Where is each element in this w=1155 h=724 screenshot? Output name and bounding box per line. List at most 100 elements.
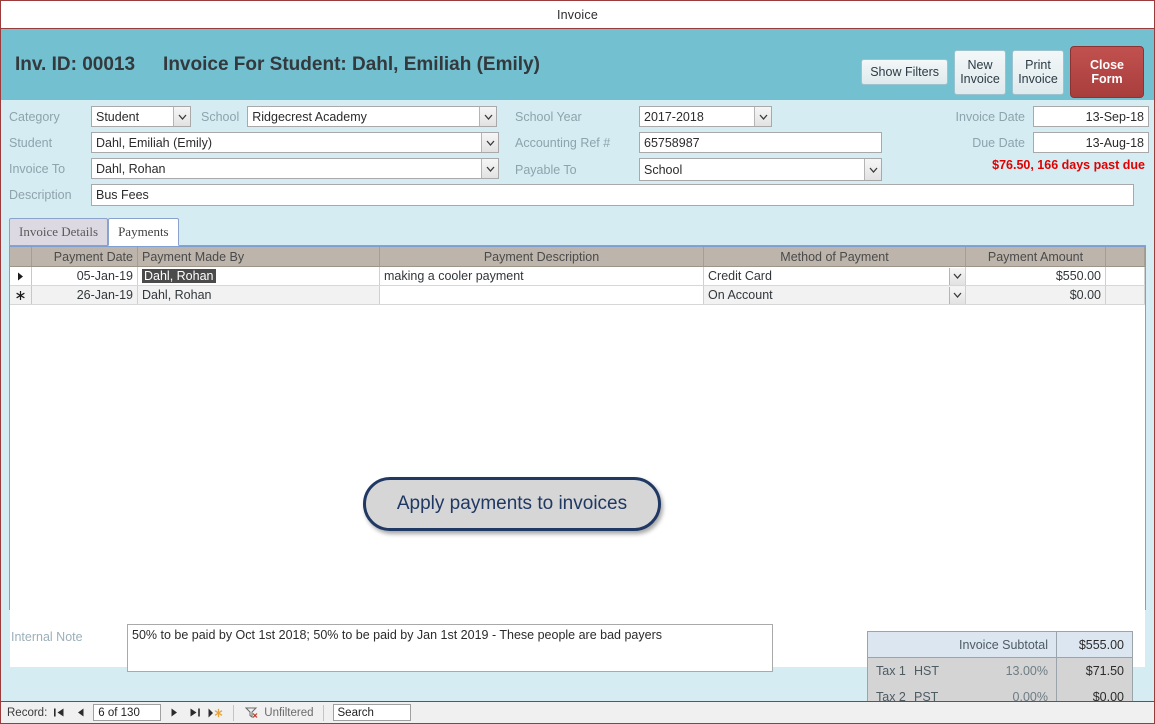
description-row: Description Bus Fees	[9, 184, 1134, 206]
chevron-down-icon[interactable]	[754, 107, 771, 126]
tab-invoice-details[interactable]: Invoice Details	[9, 218, 109, 245]
tab-payments[interactable]: Payments	[108, 218, 179, 246]
payable-to-label: Payable To	[515, 162, 577, 177]
school-year-row: School Year 2017-2018	[515, 106, 883, 127]
tabstrip: Invoice Details Payments	[9, 218, 1146, 246]
previous-record-icon[interactable]	[72, 705, 89, 721]
fields-column-left: Category Student School Ridgecrest Acade…	[9, 106, 509, 184]
header-button-group: Show Filters New Invoice Print Invoice C…	[861, 46, 1144, 98]
select-all-corner[interactable]	[10, 247, 32, 266]
cell-payment-date[interactable]: 05-Jan-19	[32, 267, 138, 285]
invoice-date-label: Invoice Date	[955, 109, 1025, 124]
cell-method-of-payment-value: Credit Card	[708, 269, 772, 283]
column-header-payment-amount[interactable]: Payment Amount	[966, 247, 1106, 266]
apply-payments-to-invoices-button[interactable]: Apply payments to invoices	[363, 477, 661, 531]
window-title: Invoice	[556, 7, 598, 22]
student-value: Dahl, Emiliah (Emily)	[96, 135, 212, 150]
school-year-combo[interactable]: 2017-2018	[639, 106, 772, 127]
cell-payment-description[interactable]	[380, 286, 704, 304]
show-filters-button[interactable]: Show Filters	[861, 59, 948, 85]
invoice-form-window: Invoice Inv. ID: 00013 Invoice For Stude…	[0, 0, 1155, 724]
row-selector-new-record-icon[interactable]	[10, 286, 32, 304]
print-invoice-button[interactable]: Print Invoice	[1012, 49, 1064, 95]
invoice-date-value: 13-Sep-18	[1085, 109, 1144, 124]
datasheet-header-row: Payment Date Payment Made By Payment Des…	[10, 247, 1145, 267]
column-header-payment-description[interactable]: Payment Description	[380, 247, 704, 266]
row-invoice-subtotal: Invoice Subtotal $555.00	[868, 632, 1132, 658]
invoice-to-combo[interactable]: Dahl, Rohan	[91, 158, 499, 179]
last-record-icon[interactable]	[186, 705, 203, 721]
cell-method-of-payment-value: On Account	[708, 288, 773, 302]
invoice-subtotal-value: $555.00	[1078, 637, 1124, 652]
cell-payment-made-by[interactable]: Dahl, Rohan	[138, 286, 380, 304]
chevron-down-icon[interactable]	[949, 286, 965, 304]
due-date-row: Due Date 13-Aug-18	[891, 132, 1149, 153]
next-record-icon[interactable]	[165, 705, 182, 721]
statusbar: Record: 6 of 130 Unfiltered Search	[1, 701, 1154, 723]
filter-icon[interactable]	[243, 705, 260, 721]
due-date-input[interactable]: 13-Aug-18	[1033, 132, 1149, 153]
accounting-ref-row: Accounting Ref # 65758987	[515, 132, 883, 153]
chevron-down-icon[interactable]	[173, 107, 190, 126]
accounting-ref-label: Accounting Ref #	[515, 135, 611, 150]
category-row: Category Student School Ridgecrest Acade…	[9, 106, 509, 127]
chevron-down-icon[interactable]	[479, 107, 497, 126]
column-header-payment-date[interactable]: Payment Date	[32, 247, 138, 266]
record-position-input[interactable]: 6 of 130	[93, 704, 162, 721]
student-label: Student	[9, 135, 53, 150]
search-input[interactable]: Search	[332, 704, 411, 721]
table-row[interactable]: 05-Jan-19 Dahl, Rohan making a cooler pa…	[10, 267, 1145, 286]
cell-method-of-payment[interactable]: On Account	[704, 286, 966, 304]
table-row[interactable]: 26-Jan-19 Dahl, Rohan On Account $0.00	[10, 286, 1145, 305]
payments-datasheet: Payment Date Payment Made By Payment Des…	[9, 246, 1146, 667]
cell-payment-date[interactable]: 26-Jan-19	[32, 286, 138, 304]
accounting-ref-value: 65758987	[644, 135, 700, 150]
invoice-id-label: Inv. ID: 00013	[15, 53, 136, 75]
cell-method-of-payment[interactable]: Credit Card	[704, 267, 966, 285]
school-value: Ridgecrest Academy	[252, 109, 367, 124]
chevron-down-icon[interactable]	[864, 159, 881, 180]
payable-to-combo[interactable]: School	[639, 158, 882, 181]
column-header-method-of-payment[interactable]: Method of Payment	[704, 247, 966, 266]
cell-payment-made-by[interactable]: Dahl, Rohan	[138, 267, 380, 285]
category-combo[interactable]: Student	[91, 106, 191, 127]
new-invoice-button[interactable]: New Invoice	[954, 49, 1006, 95]
description-input[interactable]: Bus Fees	[91, 184, 1134, 206]
accounting-ref-input[interactable]: 65758987	[639, 132, 882, 153]
page-title: Invoice For Student: Dahl, Emiliah (Emil…	[163, 53, 540, 75]
column-header-spacer	[1106, 247, 1145, 266]
cell-payment-amount[interactable]: $550.00	[966, 267, 1106, 285]
invoice-to-label: Invoice To	[9, 161, 66, 176]
invoice-date-row: Invoice Date 13-Sep-18	[891, 106, 1149, 127]
overdue-notice: $76.50, 166 days past due	[992, 158, 1145, 172]
school-label: School	[201, 109, 240, 124]
student-row: Student Dahl, Emiliah (Emily)	[9, 132, 509, 153]
fields-column-right: Invoice Date 13-Sep-18 Due Date 13-Aug-1…	[891, 106, 1149, 172]
student-combo[interactable]: Dahl, Emiliah (Emily)	[91, 132, 499, 153]
fields-region: Category Student School Ridgecrest Acade…	[1, 100, 1154, 218]
school-year-label: School Year	[515, 109, 582, 124]
statusbar-divider	[233, 704, 235, 721]
row-tax-1: Tax 1 HST 13.00% $71.50	[868, 658, 1132, 684]
row-selector-current-icon[interactable]	[10, 267, 32, 285]
form-header: Inv. ID: 00013 Invoice For Student: Dahl…	[1, 29, 1154, 100]
filter-state-label[interactable]: Unfiltered	[264, 707, 313, 719]
tax1-rate: 13.00%	[966, 658, 1057, 684]
column-header-payment-made-by[interactable]: Payment Made By	[138, 247, 380, 266]
chevron-down-icon[interactable]	[481, 159, 498, 178]
school-combo[interactable]: Ridgecrest Academy	[247, 106, 498, 127]
tax1-label: Tax 1	[876, 664, 906, 678]
invoice-date-input[interactable]: 13-Sep-18	[1033, 106, 1149, 127]
tax1-code: HST	[914, 664, 939, 678]
fields-column-middle: School Year 2017-2018 Accounting Ref # 6…	[515, 106, 883, 186]
chevron-down-icon[interactable]	[481, 133, 498, 152]
new-record-icon[interactable]	[207, 705, 224, 721]
chevron-down-icon[interactable]	[949, 267, 965, 285]
payable-to-value: School	[644, 162, 683, 177]
cell-payment-description[interactable]: making a cooler payment	[380, 267, 704, 285]
internal-note-input[interactable]: 50% to be paid by Oct 1st 2018; 50% to b…	[127, 624, 773, 672]
cell-spacer	[1106, 286, 1145, 304]
cell-payment-amount[interactable]: $0.00	[966, 286, 1106, 304]
first-record-icon[interactable]	[51, 705, 68, 721]
close-form-button[interactable]: Close Form	[1070, 46, 1144, 98]
